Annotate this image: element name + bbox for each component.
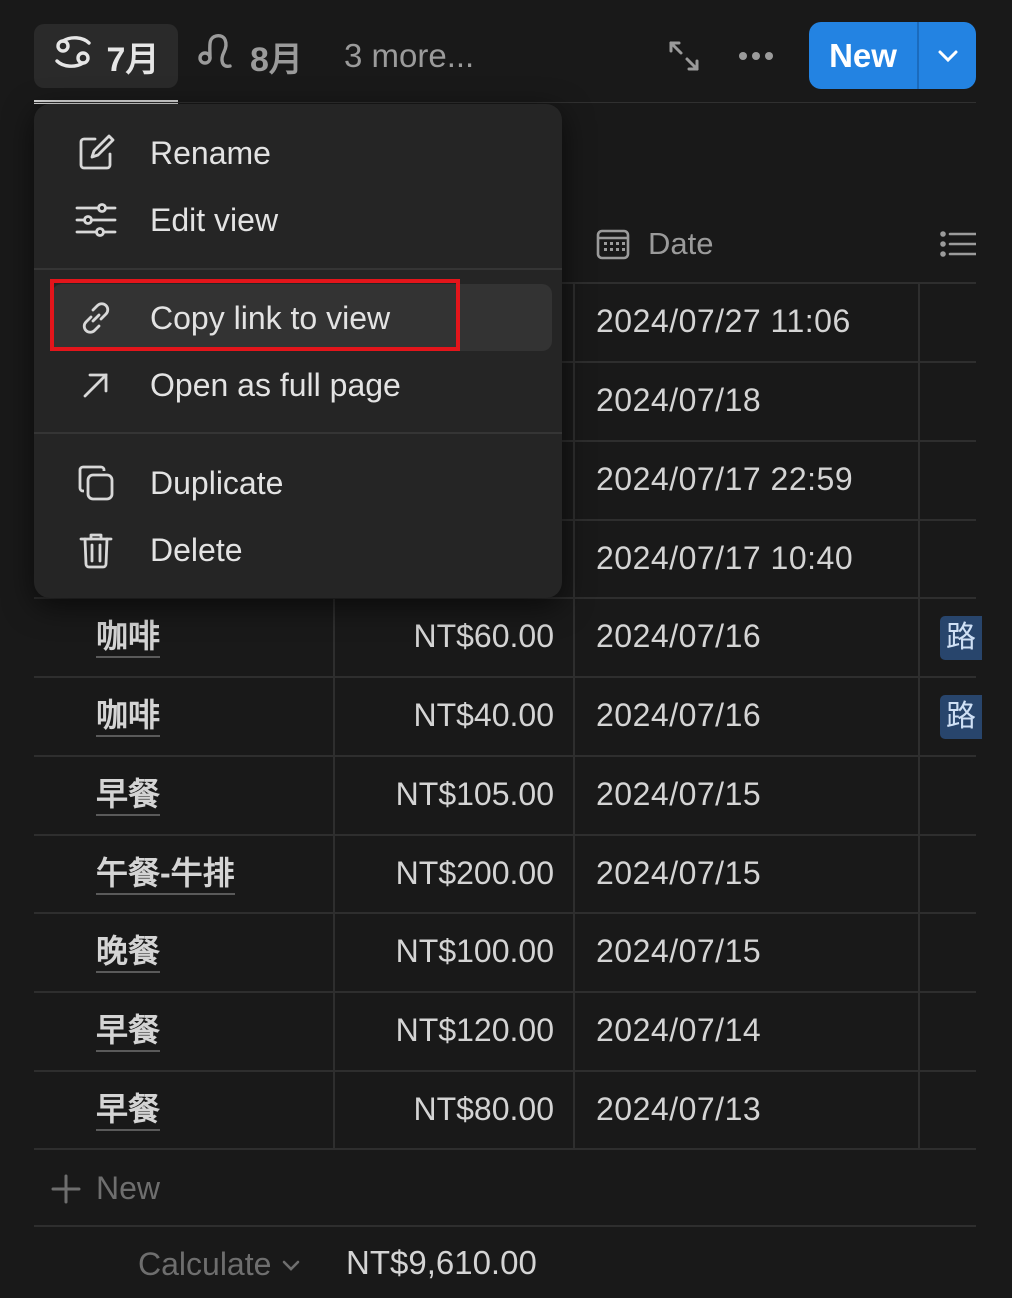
tab-august[interactable]: 8月	[196, 24, 303, 88]
menu-label: Edit view	[150, 201, 279, 238]
price-cell: NT$40.00	[413, 697, 554, 733]
menu-divider	[34, 268, 562, 270]
category-tag: 路	[940, 695, 982, 739]
menu-label: Duplicate	[150, 464, 284, 501]
tab-bar-divider	[34, 102, 976, 103]
chevron-down-icon	[283, 1260, 300, 1271]
add-row-button[interactable]: New	[50, 1170, 160, 1207]
chevron-down-icon	[938, 50, 957, 62]
calculate-label: Calculate	[138, 1246, 272, 1282]
price-cell: NT$105.00	[395, 776, 554, 812]
tab-label: 7月	[106, 40, 160, 79]
name-cell[interactable]: 午餐-牛排	[96, 853, 235, 895]
date-cell: 2024/07/16	[596, 618, 762, 654]
plus-icon	[51, 1174, 81, 1203]
menu-item-duplicate[interactable]: Duplicate	[34, 450, 562, 516]
table-row[interactable]: 午餐-牛排 NT$200.00 2024/07/15	[34, 835, 976, 914]
cancer-zodiac-icon	[53, 34, 93, 79]
new-dropdown-button[interactable]	[919, 22, 976, 89]
category-tag: 路	[940, 616, 982, 660]
annotation-highlight-box	[50, 279, 460, 351]
menu-label: Open as full page	[150, 366, 401, 403]
trash-icon	[74, 528, 118, 572]
menu-item-edit-view[interactable]: Edit view	[34, 187, 562, 253]
sum-total: NT$9,610.00	[346, 1244, 537, 1281]
view-context-menu: Rename Edit view Copy link to view Open …	[34, 104, 562, 598]
list-icon	[940, 231, 976, 257]
edit-icon	[74, 131, 118, 175]
arrow-up-right-icon	[74, 363, 118, 407]
tab-july[interactable]: 7月	[34, 24, 178, 88]
date-cell: 2024/07/17 22:59	[596, 461, 854, 497]
more-views-button[interactable]: 3 more...	[344, 24, 474, 88]
footer-divider	[34, 1225, 976, 1227]
calendar-icon	[596, 229, 630, 260]
price-cell: NT$60.00	[413, 618, 554, 654]
menu-item-open-full-page[interactable]: Open as full page	[34, 352, 562, 418]
table-row[interactable]: 晚餐 NT$100.00 2024/07/15	[34, 913, 976, 992]
name-cell[interactable]: 咖啡	[96, 695, 161, 737]
price-cell: NT$200.00	[395, 855, 554, 891]
name-cell[interactable]: 早餐	[96, 1010, 161, 1052]
date-cell: 2024/07/15	[596, 776, 762, 812]
add-row-label: New	[96, 1170, 161, 1206]
new-button[interactable]: New	[809, 22, 917, 89]
price-cell: NT$100.00	[395, 933, 554, 969]
list-column-header[interactable]	[940, 214, 976, 274]
leo-zodiac-icon	[196, 32, 236, 81]
date-cell: 2024/07/13	[596, 1091, 762, 1127]
table-row[interactable]: 早餐 NT$80.00 2024/07/13	[34, 1071, 976, 1150]
table-row[interactable]: 咖啡 NT$40.00 2024/07/16 路	[34, 677, 982, 756]
name-cell[interactable]: 早餐	[96, 774, 161, 816]
menu-label: Delete	[150, 531, 243, 568]
date-column-header[interactable]: Date	[596, 214, 713, 274]
column-label: Date	[648, 226, 714, 261]
menu-label: Rename	[150, 134, 271, 171]
tab-label: 8月	[250, 40, 303, 79]
price-cell: NT$120.00	[395, 1012, 554, 1048]
menu-divider	[34, 432, 562, 434]
sliders-icon	[74, 198, 118, 242]
date-cell: 2024/07/16	[596, 697, 762, 733]
menu-item-rename[interactable]: Rename	[34, 120, 562, 186]
name-cell[interactable]: 咖啡	[96, 616, 161, 658]
price-cell: NT$80.00	[413, 1091, 554, 1127]
table-row[interactable]: 早餐 NT$105.00 2024/07/15	[34, 756, 976, 835]
table-row[interactable]: 咖啡 NT$60.00 2024/07/16 路	[34, 598, 982, 677]
ellipsis-icon[interactable]	[730, 30, 782, 82]
date-cell: 2024/07/18	[596, 382, 762, 418]
expand-arrows-icon[interactable]	[658, 30, 710, 82]
menu-item-delete[interactable]: Delete	[34, 517, 562, 583]
date-cell: 2024/07/17 10:40	[596, 540, 854, 576]
new-button-group: New	[809, 22, 976, 89]
table-row[interactable]: 早餐 NT$120.00 2024/07/14	[34, 992, 976, 1071]
date-cell: 2024/07/14	[596, 1012, 762, 1048]
date-cell: 2024/07/27 11:06	[596, 303, 851, 339]
name-cell[interactable]: 早餐	[96, 1089, 161, 1131]
name-cell[interactable]: 晚餐	[96, 931, 161, 973]
date-cell: 2024/07/15	[596, 855, 762, 891]
duplicate-icon	[74, 461, 118, 505]
calculate-button[interactable]: Calculate	[138, 1246, 301, 1283]
date-cell: 2024/07/15	[596, 933, 762, 969]
